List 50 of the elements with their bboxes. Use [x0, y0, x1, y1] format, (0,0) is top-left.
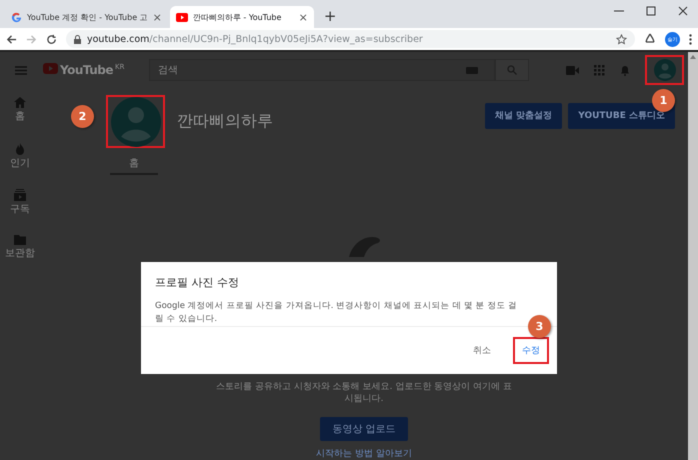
- learn-more-link[interactable]: 시작하는 방법 알아보기: [316, 447, 412, 460]
- channel-button[interactable]: 채널 맞춤설정: [485, 102, 562, 128]
- logo-text[interactable]: YouTube: [60, 63, 114, 77]
- sidebar-item[interactable]: 구독: [10, 189, 30, 227]
- channel-name: 깐따삐의하루: [177, 111, 273, 132]
- subscriptions-icon: [14, 189, 26, 201]
- url-text: youtube.com/channel/UC9n-Pj_Bnlq1qybV05eJi5A?view_as=subscriber: [87, 34, 423, 44]
- sidebar-item[interactable]: 인기: [10, 143, 30, 181]
- scroll-up-icon[interactable]: [690, 55, 696, 59]
- reload-icon[interactable]: [46, 34, 57, 44]
- tab-close-button[interactable]: ×: [298, 10, 308, 24]
- dialog-message: Google 계정에서 프로필 사진을 가져옵니다. 변경사항이 채널에 표시되는 데 몇 분 정도 걸릴 수 있습니다.: [155, 300, 518, 326]
- channel-button[interactable]: YOUTUBE 스튜디오: [568, 102, 675, 128]
- address-bar[interactable]: youtube.com/channel/UC9n-Pj_Bnlq1qybV05eJi5A?view_as=subscriber: [66, 30, 635, 48]
- step-number-badge: 2: [71, 105, 94, 128]
- close-icon[interactable]: [678, 6, 688, 16]
- folder-icon: [14, 235, 26, 245]
- channel-tab[interactable]: 홈: [110, 156, 158, 175]
- home-icon: [14, 97, 26, 108]
- menu-icon[interactable]: [15, 66, 27, 74]
- cancel-button[interactable]: 취소: [467, 340, 497, 361]
- flame-icon: [15, 143, 25, 155]
- search-button[interactable]: [495, 59, 529, 81]
- upload-video-button[interactable]: 동영상 업로드: [320, 417, 408, 441]
- maximize-icon[interactable]: [646, 6, 656, 16]
- apps-grid-icon[interactable]: [594, 64, 605, 76]
- star-icon[interactable]: [616, 34, 627, 44]
- video-camera-icon[interactable]: [566, 66, 579, 74]
- play-logo-icon: [176, 12, 188, 22]
- search-field[interactable]: 검색: [149, 59, 495, 81]
- dialog-title: 프로필 사진 수정: [154, 275, 240, 290]
- tab-close-button[interactable]: ×: [152, 10, 162, 24]
- back-icon[interactable]: [6, 34, 17, 44]
- confirm-button[interactable]: 수정: [513, 337, 549, 364]
- sidebar-item[interactable]: 홈: [14, 97, 26, 135]
- sidebar-item[interactable]: 보관함: [5, 235, 35, 273]
- lock-icon: [74, 34, 81, 44]
- more-menu-icon[interactable]: [689, 34, 692, 44]
- keyboard-icon[interactable]: [466, 66, 478, 74]
- google-icon: [11, 12, 22, 22]
- search-icon: [507, 65, 517, 75]
- bell-icon[interactable]: [620, 64, 630, 76]
- scrollbar[interactable]: [688, 52, 698, 460]
- account-avatar-icon[interactable]: [654, 59, 676, 81]
- browser-tab[interactable]: YouTube 계정 확인 - YouTube 고 ×: [5, 6, 168, 28]
- play-logo-icon: [43, 63, 58, 74]
- empty-state-message: 스토리를 공유하고 시청자와 소통해 보세요. 업로드한 동영상이 여기에 표시됩니다.: [215, 381, 513, 405]
- new-tab-button[interactable]: +: [324, 7, 336, 25]
- browser-tab[interactable]: 깐따삐의하루 - YouTube ×: [170, 6, 314, 28]
- step-number-badge: 1: [652, 89, 675, 112]
